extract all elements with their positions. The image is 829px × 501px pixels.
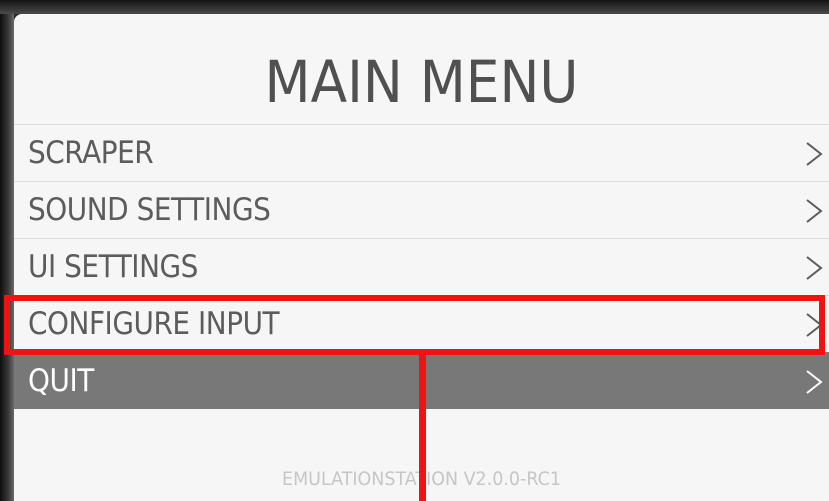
menu-item-label: UI SETTINGS — [28, 249, 198, 285]
background-edge-left — [0, 0, 14, 501]
menu-list: SCRAPER SOUND SETTINGS UI SETTINGS CONFI… — [14, 124, 829, 409]
chevron-right-icon — [806, 370, 823, 394]
chevron-right-icon — [806, 199, 823, 223]
menu-item-label: CONFIGURE INPUT — [28, 306, 280, 342]
menu-item-ui-settings[interactable]: UI SETTINGS — [14, 238, 829, 295]
menu-item-sound-settings[interactable]: SOUND SETTINGS — [14, 181, 829, 238]
chevron-right-icon — [806, 142, 823, 166]
menu-item-label: SOUND SETTINGS — [28, 192, 271, 228]
background-edge-top — [0, 0, 829, 14]
menu-item-quit[interactable]: QUIT — [14, 352, 829, 409]
menu-title: MAIN MENU — [264, 48, 579, 116]
chevron-right-icon — [806, 313, 823, 337]
chevron-right-icon — [806, 256, 823, 280]
menu-item-label: QUIT — [28, 363, 94, 399]
menu-item-configure-input[interactable]: CONFIGURE INPUT — [14, 295, 829, 352]
version-footer: EMULATIONSTATION V2.0.0-RC1 — [282, 468, 561, 490]
menu-item-scraper[interactable]: SCRAPER — [14, 124, 829, 181]
menu-item-label: SCRAPER — [28, 135, 154, 171]
main-menu-panel: MAIN MENU SCRAPER SOUND SETTINGS UI SETT… — [14, 14, 829, 501]
